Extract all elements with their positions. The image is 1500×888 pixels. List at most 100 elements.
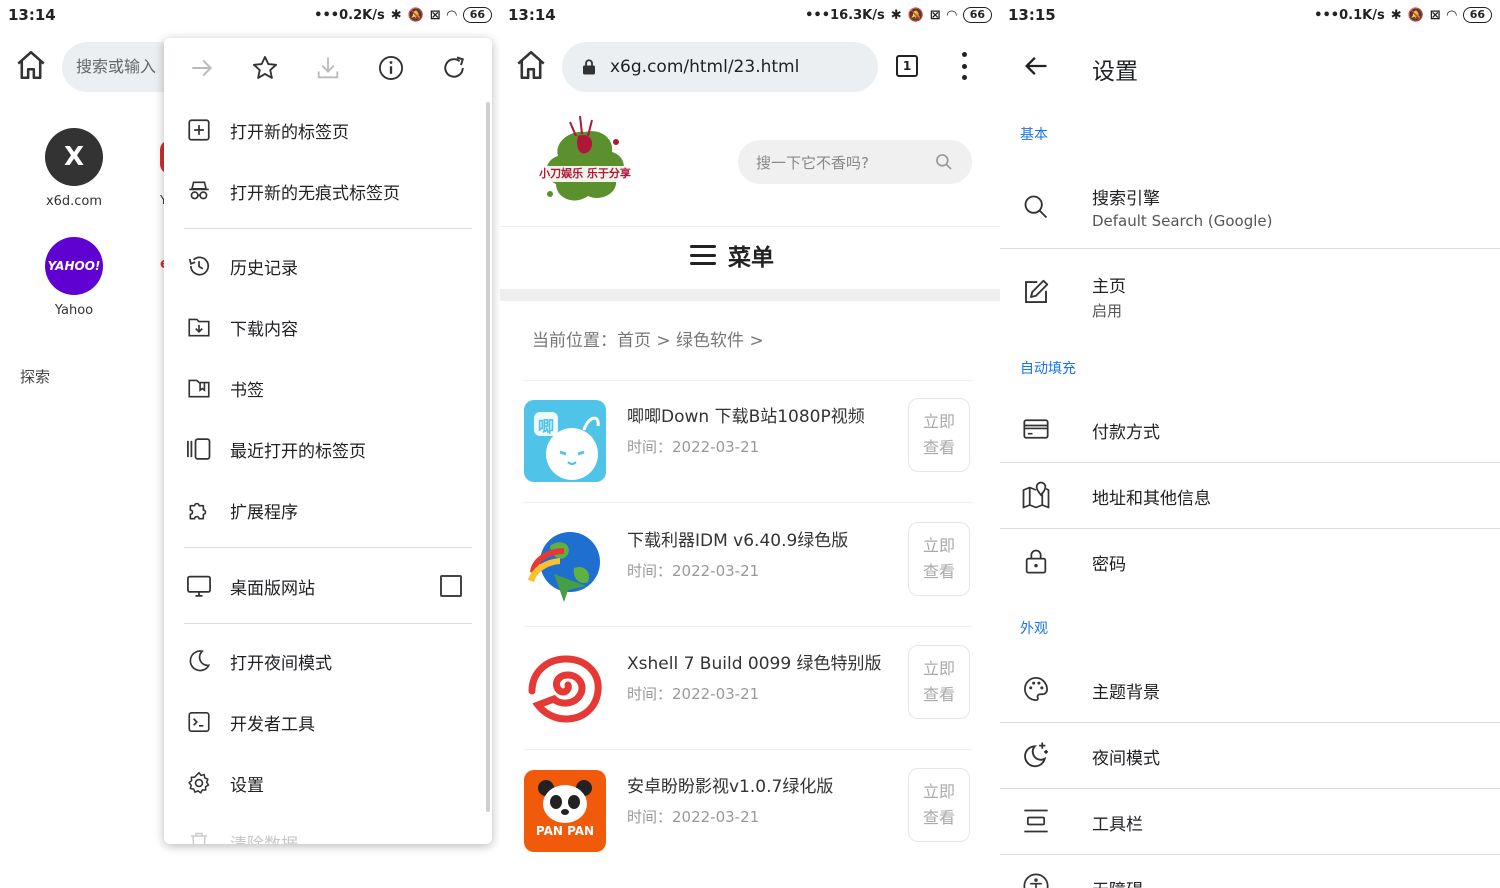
view-now-button[interactable]: 立即 查看	[908, 398, 970, 472]
network-speed: •••0.1K/s	[1314, 7, 1385, 23]
post-title[interactable]: 下载利器IDM v6.40.9绿色版	[627, 526, 848, 551]
website-panel: 13:14 •••16.3K/s ✱ 🔕 ⊠ ◠ 66 x6g.com/html…	[500, 0, 1000, 888]
menu-item-night-mode[interactable]: 打开夜间模式	[164, 635, 484, 687]
divider	[524, 626, 972, 627]
bookmark-star-button[interactable]	[250, 53, 280, 83]
site-search-input[interactable]: 搜一下它不香吗?	[738, 140, 972, 184]
menu-item-clear-data[interactable]: 清除数据	[164, 816, 484, 844]
settings-item-accessibility[interactable]: 无障碍	[1000, 862, 1500, 888]
shortcut-label: Yahoo	[54, 303, 94, 318]
shortcut-tile-yahoo[interactable]: YAHOO! Yahoo	[24, 237, 124, 318]
settings-item-payment[interactable]: 付款方式	[1000, 400, 1500, 458]
post-title[interactable]: Xshell 7 Build 0099 绿色特别版	[627, 649, 882, 674]
divider	[500, 226, 1000, 227]
settings-item-search-engine[interactable]: 搜索引擎 Default Search (Google)	[1000, 172, 1500, 242]
settings-item-homepage[interactable]: 主页 启用	[1000, 258, 1500, 328]
post-item[interactable]: 唧 唧唧Down 下载B站1080P视频 时间：2022-03-21 立即 查看	[524, 398, 974, 500]
settings-item-password[interactable]: 密码	[1000, 532, 1500, 590]
post-date: 时间：2022-03-21	[627, 438, 760, 456]
moon-sparkle-icon	[1020, 739, 1052, 771]
status-time: 13:15	[1008, 6, 1056, 24]
menu-item-history[interactable]: 历史记录	[164, 240, 484, 292]
home-button[interactable]	[514, 48, 548, 82]
post-title[interactable]: 唧唧Down 下载B站1080P视频	[627, 402, 865, 427]
panpan-app-icon: PAN PAN	[524, 770, 606, 852]
map-pin-icon	[1020, 479, 1052, 511]
view-now-button[interactable]: 立即 查看	[908, 645, 970, 719]
divider	[1000, 462, 1500, 463]
network-speed: •••16.3K/s	[805, 7, 885, 23]
sim-icon: ⊠	[929, 7, 941, 23]
post-item[interactable]: PAN PAN 安卓盼盼影视v1.0.7绿化版 时间：2022-03-21 立即…	[524, 768, 974, 870]
site-logo[interactable]: 小刀娱乐 乐于分享	[530, 112, 640, 212]
divider	[524, 502, 972, 503]
menu-item-new-tab[interactable]: 打开新的标签页	[164, 104, 484, 156]
settings-item-night-mode[interactable]: 夜间模式	[1000, 726, 1500, 784]
post-title[interactable]: 安卓盼盼影视v1.0.7绿化版	[627, 772, 833, 797]
forward-button[interactable]	[187, 53, 217, 83]
moon-icon	[184, 646, 214, 676]
forward-arrow-icon	[191, 59, 212, 77]
divider	[1000, 248, 1500, 249]
menu-scrollbar[interactable]	[486, 102, 490, 812]
settings-item-theme[interactable]: 主题背景	[1000, 660, 1500, 718]
settings-item-toolbar[interactable]: 工具栏	[1000, 792, 1500, 850]
wifi-icon: ◠	[1446, 7, 1457, 23]
downloads-folder-icon	[184, 312, 214, 342]
menu-item-settings[interactable]: 设置	[164, 757, 484, 809]
browser-new-tab-panel: 13:14 •••0.2K/s ✱ 🔕 ⊠ ◠ 66 搜索或输入 X x6d.c…	[0, 0, 500, 888]
yahoo-logo: YAHOO!	[45, 237, 103, 295]
desktop-icon	[184, 571, 214, 601]
menu-item-extensions[interactable]: 扩展程序	[164, 484, 484, 536]
divider	[1000, 788, 1500, 789]
menu-item-downloads[interactable]: 下载内容	[164, 301, 484, 353]
divider	[1000, 722, 1500, 723]
history-icon	[184, 251, 214, 281]
reload-button[interactable]	[439, 53, 469, 83]
menu-item-recent-tabs[interactable]: 最近打开的标签页	[164, 423, 484, 475]
search-icon	[1020, 191, 1052, 223]
section-band	[500, 289, 1000, 301]
menu-divider	[184, 228, 472, 229]
url-bar[interactable]: x6g.com/html/23.html	[562, 42, 878, 92]
recent-tabs-icon	[184, 434, 214, 464]
lock-icon	[1020, 545, 1052, 577]
menu-divider	[184, 547, 472, 548]
menu-item-bookmarks[interactable]: 书签	[164, 362, 484, 414]
divider	[524, 380, 972, 381]
breadcrumb: 当前位置：首页 > 绿色软件 >	[532, 331, 764, 351]
back-button[interactable]	[1022, 52, 1050, 84]
star-icon	[252, 55, 277, 79]
post-date: 时间：2022-03-21	[627, 808, 760, 826]
desktop-site-checkbox[interactable]	[440, 575, 462, 597]
home-icon	[17, 50, 45, 80]
mute-icon: 🔕	[907, 7, 924, 23]
download-icon	[317, 57, 339, 79]
status-bar: 13:14 •••0.2K/s ✱ 🔕 ⊠ ◠ 66	[0, 0, 500, 30]
post-item[interactable]: 下载利器IDM v6.40.9绿色版 时间：2022-03-21 立即 查看	[524, 522, 974, 624]
status-time: 13:14	[508, 6, 556, 24]
download-page-button[interactable]	[313, 53, 343, 83]
site-menu-button[interactable]: 菜单	[690, 238, 774, 272]
view-now-button[interactable]: 立即 查看	[908, 522, 970, 596]
xshell-app-icon	[524, 647, 606, 729]
post-item[interactable]: Xshell 7 Build 0099 绿色特别版 时间：2022-03-21 …	[524, 645, 974, 747]
new-tab-icon	[184, 115, 214, 145]
tab-switcher-button[interactable]: 1	[896, 55, 918, 77]
view-now-button[interactable]: 立即 查看	[908, 768, 970, 842]
mute-icon: 🔕	[407, 7, 424, 23]
home-button[interactable]	[14, 48, 48, 82]
credit-card-icon	[1020, 413, 1052, 445]
settings-item-address[interactable]: 地址和其他信息	[1000, 466, 1500, 524]
incognito-icon	[184, 176, 214, 206]
battery-icon: 66	[1462, 7, 1492, 23]
shortcut-label: x6d.com	[45, 194, 103, 209]
menu-item-developer-tools[interactable]: 开发者工具	[164, 696, 484, 748]
more-options-button[interactable]	[958, 52, 970, 80]
page-info-button[interactable]	[376, 53, 406, 83]
shortcut-tile-x6d[interactable]: X x6d.com	[24, 128, 124, 209]
menu-item-desktop-site[interactable]: 桌面版网站	[164, 560, 484, 612]
explore-label: 探索	[20, 368, 51, 386]
x6d-logo: X	[45, 128, 103, 186]
menu-item-incognito-tab[interactable]: 打开新的无痕式标签页	[164, 165, 484, 217]
